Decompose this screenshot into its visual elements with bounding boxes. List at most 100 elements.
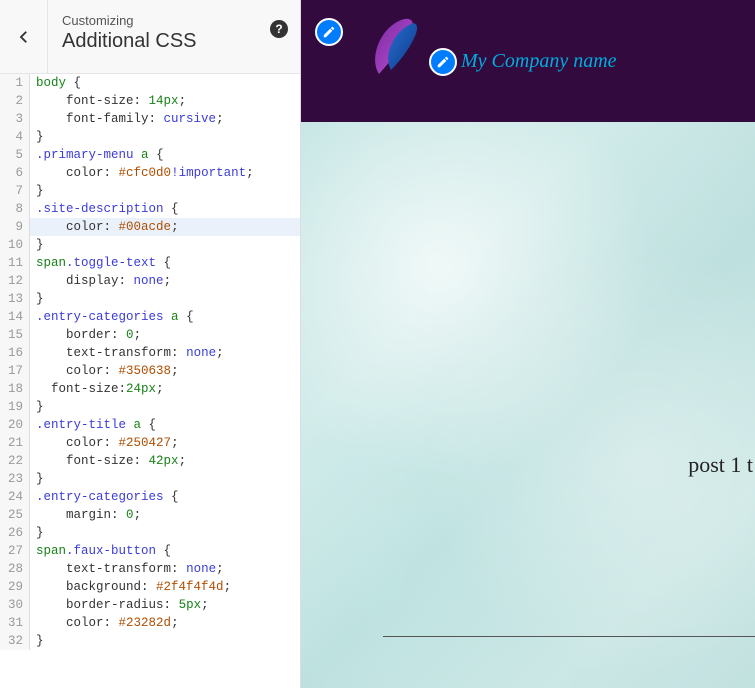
code-text[interactable]: display: none; bbox=[30, 272, 171, 290]
code-text[interactable]: color: #cfc0d0!important; bbox=[30, 164, 254, 182]
code-line[interactable]: 6 color: #cfc0d0!important; bbox=[0, 164, 300, 182]
back-button[interactable] bbox=[0, 0, 48, 73]
code-text[interactable]: } bbox=[30, 128, 44, 146]
code-line[interactable]: 32} bbox=[0, 632, 300, 650]
code-line[interactable]: 19} bbox=[0, 398, 300, 416]
code-text[interactable]: body { bbox=[30, 74, 81, 92]
page-title: Additional CSS bbox=[62, 30, 286, 53]
line-number: 17 bbox=[0, 362, 30, 380]
code-text[interactable]: span.toggle-text { bbox=[30, 254, 171, 272]
preview-body: post 1 t bbox=[301, 122, 755, 688]
code-text[interactable]: font-family: cursive; bbox=[30, 110, 224, 128]
code-line[interactable]: 30 border-radius: 5px; bbox=[0, 596, 300, 614]
code-line[interactable]: 9 color: #00acde; bbox=[0, 218, 300, 236]
code-text[interactable]: font-size: 42px; bbox=[30, 452, 186, 470]
line-number: 22 bbox=[0, 452, 30, 470]
code-text[interactable]: .site-description { bbox=[30, 200, 179, 218]
code-line[interactable]: 24.entry-categories { bbox=[0, 488, 300, 506]
code-text[interactable]: color: #350638; bbox=[30, 362, 179, 380]
line-number: 31 bbox=[0, 614, 30, 632]
code-text[interactable]: border-radius: 5px; bbox=[30, 596, 209, 614]
code-line[interactable]: 16 text-transform: none; bbox=[0, 344, 300, 362]
code-text[interactable]: } bbox=[30, 398, 44, 416]
line-number: 3 bbox=[0, 110, 30, 128]
line-number: 7 bbox=[0, 182, 30, 200]
code-line[interactable]: 3 font-family: cursive; bbox=[0, 110, 300, 128]
code-text[interactable]: } bbox=[30, 524, 44, 542]
line-number: 16 bbox=[0, 344, 30, 362]
line-number: 23 bbox=[0, 470, 30, 488]
code-line[interactable]: 10} bbox=[0, 236, 300, 254]
code-text[interactable]: color: #00acde; bbox=[30, 218, 179, 236]
code-text[interactable]: } bbox=[30, 290, 44, 308]
code-line[interactable]: 23} bbox=[0, 470, 300, 488]
code-line[interactable]: 8.site-description { bbox=[0, 200, 300, 218]
edit-shortcut-title[interactable] bbox=[429, 48, 457, 76]
line-number: 32 bbox=[0, 632, 30, 650]
code-text[interactable]: text-transform: none; bbox=[30, 560, 224, 578]
code-text[interactable]: .primary-menu a { bbox=[30, 146, 164, 164]
line-number: 6 bbox=[0, 164, 30, 182]
line-number: 18 bbox=[0, 380, 30, 398]
code-text[interactable]: } bbox=[30, 632, 44, 650]
help-icon[interactable]: ? bbox=[270, 20, 288, 38]
code-line[interactable]: 11span.toggle-text { bbox=[0, 254, 300, 272]
code-text[interactable]: } bbox=[30, 182, 44, 200]
code-line[interactable]: 5.primary-menu a { bbox=[0, 146, 300, 164]
site-title[interactable]: My Company name bbox=[461, 50, 617, 73]
code-text[interactable]: .entry-title a { bbox=[30, 416, 156, 434]
chevron-left-icon bbox=[15, 28, 33, 46]
code-text[interactable]: span.faux-button { bbox=[30, 542, 171, 560]
code-line[interactable]: 2 font-size: 14px; bbox=[0, 92, 300, 110]
code-text[interactable]: } bbox=[30, 236, 44, 254]
code-line[interactable]: 31 color: #23282d; bbox=[0, 614, 300, 632]
code-line[interactable]: 28 text-transform: none; bbox=[0, 560, 300, 578]
pencil-icon bbox=[436, 55, 450, 69]
sidebar-header: Customizing Additional CSS ? bbox=[0, 0, 300, 74]
code-text[interactable]: background: #2f4f4f4d; bbox=[30, 578, 231, 596]
code-text[interactable]: margin: 0; bbox=[30, 506, 141, 524]
code-text[interactable]: color: #23282d; bbox=[30, 614, 179, 632]
line-number: 1 bbox=[0, 74, 30, 92]
code-line[interactable]: 4} bbox=[0, 128, 300, 146]
code-line[interactable]: 26} bbox=[0, 524, 300, 542]
code-line[interactable]: 7} bbox=[0, 182, 300, 200]
code-text[interactable]: font-size: 14px; bbox=[30, 92, 186, 110]
code-line[interactable]: 21 color: #250427; bbox=[0, 434, 300, 452]
line-number: 24 bbox=[0, 488, 30, 506]
code-text[interactable]: .entry-categories a { bbox=[30, 308, 194, 326]
code-line[interactable]: 20.entry-title a { bbox=[0, 416, 300, 434]
code-line[interactable]: 17 color: #350638; bbox=[0, 362, 300, 380]
edit-shortcut-logo[interactable] bbox=[315, 18, 343, 46]
site-logo[interactable] bbox=[361, 14, 421, 80]
line-number: 29 bbox=[0, 578, 30, 596]
post-title[interactable]: post 1 t bbox=[688, 452, 755, 478]
pencil-icon bbox=[322, 25, 336, 39]
line-number: 4 bbox=[0, 128, 30, 146]
code-text[interactable]: .entry-categories { bbox=[30, 488, 179, 506]
logo-icon bbox=[361, 14, 421, 80]
css-editor[interactable]: 1body {2 font-size: 14px;3 font-family: … bbox=[0, 74, 300, 688]
code-line[interactable]: 14.entry-categories a { bbox=[0, 308, 300, 326]
code-text[interactable]: border: 0; bbox=[30, 326, 141, 344]
line-number: 2 bbox=[0, 92, 30, 110]
code-line[interactable]: 29 background: #2f4f4f4d; bbox=[0, 578, 300, 596]
code-line[interactable]: 27span.faux-button { bbox=[0, 542, 300, 560]
code-line[interactable]: 15 border: 0; bbox=[0, 326, 300, 344]
header-titles: Customizing Additional CSS ? bbox=[48, 0, 300, 73]
code-line[interactable]: 13} bbox=[0, 290, 300, 308]
code-text[interactable]: color: #250427; bbox=[30, 434, 179, 452]
code-line[interactable]: 18 font-size:24px; bbox=[0, 380, 300, 398]
line-number: 27 bbox=[0, 542, 30, 560]
code-line[interactable]: 22 font-size: 42px; bbox=[0, 452, 300, 470]
code-text[interactable]: font-size:24px; bbox=[30, 380, 164, 398]
code-text[interactable]: } bbox=[30, 470, 44, 488]
line-number: 20 bbox=[0, 416, 30, 434]
code-line[interactable]: 25 margin: 0; bbox=[0, 506, 300, 524]
code-line[interactable]: 12 display: none; bbox=[0, 272, 300, 290]
line-number: 10 bbox=[0, 236, 30, 254]
code-line[interactable]: 1body { bbox=[0, 74, 300, 92]
line-number: 13 bbox=[0, 290, 30, 308]
line-number: 12 bbox=[0, 272, 30, 290]
code-text[interactable]: text-transform: none; bbox=[30, 344, 224, 362]
